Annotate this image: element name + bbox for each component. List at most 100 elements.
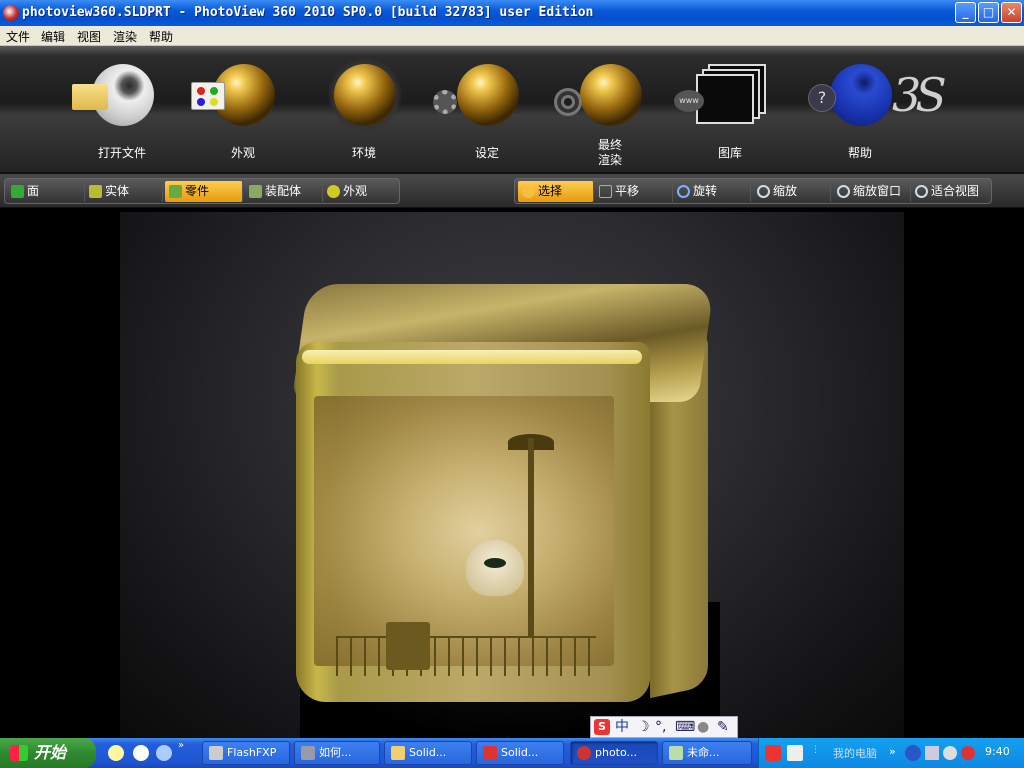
render-viewport[interactable] [0, 208, 1024, 742]
doc-icon [301, 746, 315, 760]
settings-button[interactable]: 设定 [427, 46, 547, 174]
qq-icon[interactable] [108, 745, 124, 761]
tool-zoom[interactable]: 缩放 [753, 181, 831, 202]
clock[interactable]: 9:40 [985, 745, 1010, 758]
filter-assembly-label: 装配体 [265, 184, 302, 198]
render-scene[interactable] [120, 212, 904, 742]
selection-filter-group: 面 实体 零件 装配体 外观 [4, 178, 400, 204]
pan-icon [599, 185, 612, 198]
help-label: 帮助 [847, 146, 872, 160]
task-paint[interactable]: 未命... [662, 741, 752, 765]
rotate-icon [677, 185, 690, 198]
wrench-icon[interactable]: ✎ [717, 717, 729, 737]
tray-more-icon[interactable]: ⋮ [811, 745, 820, 755]
maximize-button[interactable]: □ [978, 2, 999, 23]
menu-help[interactable]: 帮助 [149, 28, 173, 45]
filter-part-label: 零件 [185, 184, 210, 198]
gold-sphere-icon [457, 64, 519, 126]
environment-button[interactable]: 环境 [304, 46, 424, 174]
antivirus-icon[interactable] [943, 746, 957, 760]
open-file-label: 打开文件 [97, 146, 146, 160]
ds-logo: 3S [892, 68, 947, 122]
minimize-button[interactable]: _ [955, 2, 976, 23]
tool-select-label: 选择 [538, 184, 563, 198]
system-tray: ⋮ 我的电脑 » 9:40 [758, 738, 1024, 768]
ime-toolbar[interactable]: S 中 ☽ °, ⌨ ● ✎ [590, 716, 738, 738]
gold-cube-model[interactable] [296, 342, 650, 702]
task-howto[interactable]: 如何... [294, 741, 380, 765]
tool-pan[interactable]: 平移 [595, 181, 673, 202]
appearance-label: 外观 [230, 146, 255, 160]
tool-zoom-window[interactable]: 缩放窗口 [833, 181, 911, 202]
www-icon: www [674, 90, 704, 112]
task-flashfxp[interactable]: FlashFXP [202, 741, 290, 765]
filter-assembly[interactable]: 装配体 [245, 181, 323, 202]
menu-view[interactable]: 视图 [77, 28, 101, 45]
gold-sphere-icon [580, 64, 642, 126]
final-render-button[interactable]: 最终 渲染 [550, 46, 670, 174]
photoview-icon [577, 746, 591, 760]
task-solidworks[interactable]: Solid... [476, 741, 564, 765]
final-render-label: 最终 渲染 [597, 138, 622, 167]
sogou-icon[interactable]: S [594, 719, 610, 735]
final-render-icon [554, 88, 582, 116]
quicklaunch-more-icon[interactable]: » [178, 740, 184, 751]
walle-robot [386, 622, 430, 670]
tool-select[interactable]: 选择 [518, 181, 594, 202]
library-label: 图库 [717, 146, 742, 160]
open-file-button[interactable]: 打开文件 [62, 46, 182, 174]
photoview-window: photoview360.SLDPRT - PhotoView 360 2010… [0, 0, 1024, 742]
task-photoview[interactable]: photo... [570, 741, 658, 765]
help-tray-icon[interactable] [787, 745, 803, 761]
task-label: 如何... [319, 746, 352, 759]
appearance-button[interactable]: 外观 [183, 46, 303, 174]
appearance-icon [191, 82, 225, 110]
my-computer-label[interactable]: 我的电脑 [833, 745, 877, 761]
ie-icon[interactable] [156, 745, 172, 761]
app-icon[interactable] [3, 5, 19, 21]
library-button[interactable]: www 图库 [670, 46, 790, 174]
network-icon[interactable] [925, 746, 939, 760]
start-button[interactable]: 开始 [0, 738, 96, 768]
ime-mode[interactable]: 中 [615, 717, 629, 737]
settings-icon [433, 90, 457, 114]
shield-icon[interactable] [961, 746, 975, 760]
user-icon[interactable]: ● [697, 717, 709, 737]
tray-expand-icon[interactable]: » [889, 745, 896, 758]
zoom-icon [757, 185, 770, 198]
bluetooth-icon[interactable] [133, 745, 149, 761]
close-button[interactable]: ✕ [1001, 2, 1022, 23]
menu-file[interactable]: 文件 [6, 28, 30, 45]
menu-edit[interactable]: 编辑 [41, 28, 65, 45]
task-folder-solid[interactable]: Solid... [384, 741, 472, 765]
filter-part[interactable]: 零件 [165, 181, 243, 202]
face-icon [11, 185, 24, 198]
filter-appearance-label: 外观 [343, 184, 368, 198]
folder-icon [391, 746, 405, 760]
question-icon: ? [808, 84, 836, 112]
filter-solid-body[interactable]: 实体 [85, 181, 163, 202]
library-icon [696, 64, 766, 124]
appearance-filter-icon [327, 185, 340, 198]
eve-eyes [484, 558, 506, 568]
sogou-tray-icon[interactable] [765, 745, 781, 761]
punct-icon[interactable]: °, [655, 717, 666, 737]
environment-label: 环境 [351, 146, 376, 160]
menu-render[interactable]: 渲染 [113, 28, 137, 45]
tool-pan-label: 平移 [615, 184, 640, 198]
start-label: 开始 [34, 743, 67, 762]
tool-fit-view[interactable]: 适合视图 [911, 181, 989, 202]
filter-face[interactable]: 面 [7, 181, 85, 202]
keyboard-icon[interactable]: ⌨ [675, 717, 695, 737]
title-bar[interactable]: photoview360.SLDPRT - PhotoView 360 2010… [0, 0, 1024, 26]
window-title: photoview360.SLDPRT - PhotoView 360 2010… [22, 5, 594, 20]
tray-chevron-icon[interactable] [905, 745, 921, 761]
decal-image [314, 396, 614, 666]
task-label: Solid... [501, 746, 539, 759]
filter-appearance[interactable]: 外观 [323, 181, 399, 202]
moon-icon[interactable]: ☽ [637, 717, 650, 737]
flashfxp-icon [209, 746, 223, 760]
tool-rotate[interactable]: 旋转 [673, 181, 751, 202]
tool-zoom-label: 缩放 [773, 184, 798, 198]
zoom-window-icon [837, 185, 850, 198]
